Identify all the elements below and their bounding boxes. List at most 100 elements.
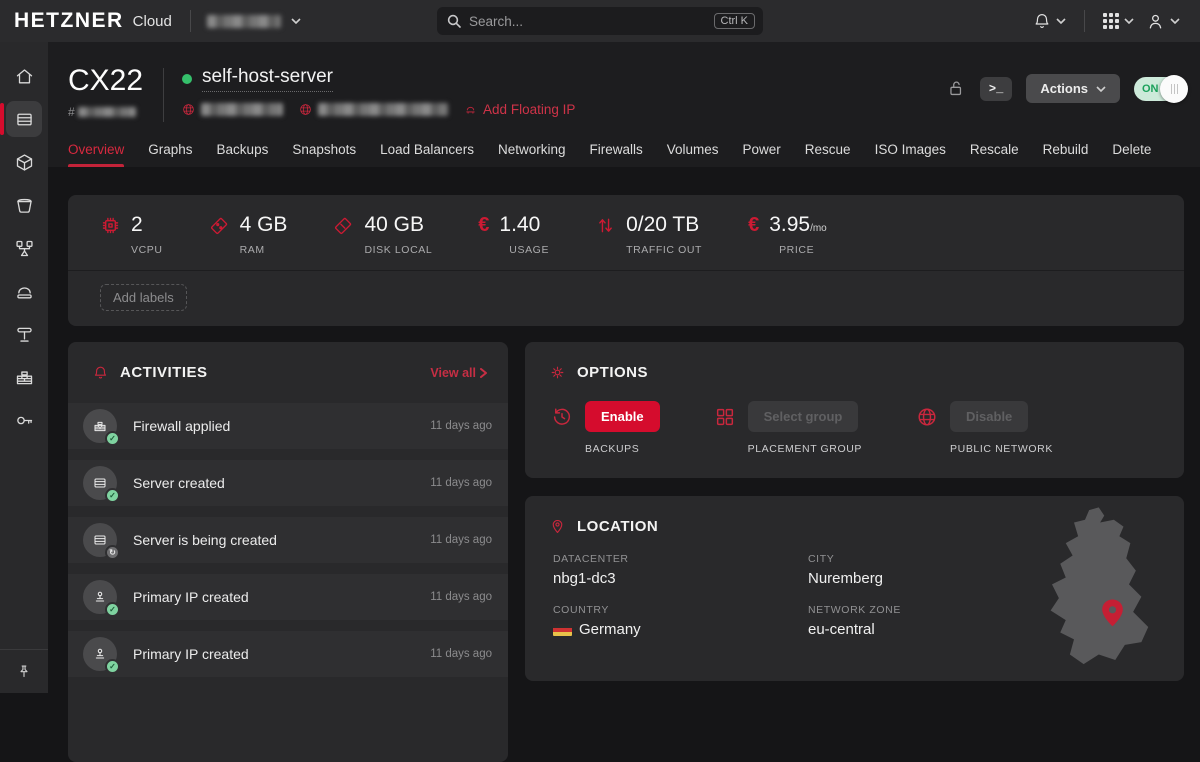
sidebar-item-networks[interactable]: [6, 316, 42, 352]
actions-button[interactable]: Actions: [1026, 74, 1120, 103]
status-dot: [182, 74, 192, 84]
option-label: BACKUPS: [585, 443, 660, 455]
tab-rescue[interactable]: Rescue: [805, 142, 851, 167]
select-group-button[interactable]: Select group: [748, 401, 859, 432]
field-country: COUNTRY Germany: [553, 604, 808, 638]
search-shortcut: Ctrl K: [714, 13, 756, 29]
floating-ip-icon: [464, 103, 477, 116]
notifications-menu[interactable]: [1033, 12, 1066, 30]
tab-power[interactable]: Power: [743, 142, 781, 167]
product-name: Cloud: [133, 13, 172, 30]
load-balancer-icon: [14, 238, 35, 259]
view-all-link[interactable]: View all: [430, 366, 488, 380]
enable-backups-button[interactable]: Enable: [585, 401, 660, 432]
hetzner-logo: HETZNER: [14, 9, 124, 33]
disable-public-network-button[interactable]: Disable: [950, 401, 1028, 432]
sidebar-pin-button[interactable]: [0, 649, 48, 693]
stat-value: 1.40: [499, 213, 540, 237]
power-state-label: ON: [1142, 83, 1159, 95]
tab-networking[interactable]: Networking: [498, 142, 566, 167]
tab-backups[interactable]: Backups: [217, 142, 269, 167]
stat-price: € 3.95/mo PRICE: [748, 213, 827, 256]
project-selector[interactable]: [207, 15, 301, 28]
server-name[interactable]: self-host-server: [202, 66, 333, 92]
field-network-zone: NETWORK ZONE eu-central: [808, 604, 1045, 638]
sidebar-item-firewalls[interactable]: [6, 359, 42, 395]
app-grid-icon: [1103, 13, 1119, 29]
option-label: PLACEMENT GROUP: [748, 443, 862, 455]
success-badge: ✓: [105, 602, 120, 617]
chevron-right-icon: [479, 368, 488, 378]
option-label: PUBLIC NETWORK: [950, 443, 1053, 455]
chevron-down-icon: [1056, 18, 1066, 24]
server-icon: [14, 109, 35, 130]
activities-title: ACTIVITIES: [120, 364, 208, 381]
activity-row[interactable]: ✓ Primary IP created 11 days ago: [68, 631, 508, 677]
activity-time: 11 days ago: [430, 477, 492, 489]
tab-overview[interactable]: Overview: [68, 142, 124, 167]
sidebar: [0, 42, 48, 693]
stat-label: VCPU: [131, 244, 163, 256]
server-name-block: self-host-server: [182, 66, 575, 117]
cpu-icon: [100, 215, 121, 236]
tab-snapshots[interactable]: Snapshots: [292, 142, 356, 167]
activity-avatar: ✓: [83, 637, 117, 671]
tab-graphs[interactable]: Graphs: [148, 142, 192, 167]
ipv6-address[interactable]: [299, 103, 448, 116]
primary-ip-icon: [92, 646, 108, 662]
ipv4-address[interactable]: [182, 103, 283, 116]
running-badge: ↻: [105, 545, 120, 560]
germany-flag-icon: [553, 624, 572, 636]
traffic-arrows-icon: [595, 215, 616, 236]
activity-row[interactable]: ↻ Server is being created 11 days ago: [68, 517, 508, 563]
field-label: DATACENTER: [553, 553, 808, 565]
activity-time: 11 days ago: [430, 420, 492, 432]
map-pin-icon: [549, 518, 566, 535]
sidebar-item-load-balancers[interactable]: [6, 230, 42, 266]
key-icon: [14, 410, 35, 431]
server-icon: [92, 475, 108, 491]
tab-volumes[interactable]: Volumes: [667, 142, 719, 167]
activity-row[interactable]: ✓ Firewall applied 11 days ago: [68, 403, 508, 449]
sidebar-item-volumes[interactable]: [6, 187, 42, 223]
tab-firewalls[interactable]: Firewalls: [589, 142, 642, 167]
apps-menu[interactable]: [1103, 13, 1134, 29]
add-labels-button[interactable]: Add labels: [100, 284, 187, 311]
user-icon: [1146, 12, 1165, 31]
search-input[interactable]: [469, 14, 714, 29]
tab-rebuild[interactable]: Rebuild: [1043, 142, 1089, 167]
options-title: OPTIONS: [577, 364, 648, 381]
tab-iso-images[interactable]: ISO Images: [875, 142, 946, 167]
activity-text: Server created: [133, 475, 225, 491]
sidebar-item-security[interactable]: [6, 402, 42, 438]
disk-icon: [333, 215, 354, 236]
options-panel: OPTIONS Enable BACKUPS: [525, 342, 1184, 478]
tab-load-balancers[interactable]: Load Balancers: [380, 142, 474, 167]
sidebar-item-floating-ips[interactable]: [6, 273, 42, 309]
activity-row[interactable]: ✓ Server created 11 days ago: [68, 460, 508, 506]
stat-ram: 4 GB RAM: [209, 213, 288, 256]
toggle-knob: [1160, 75, 1188, 103]
field-value: eu-central: [808, 621, 1045, 638]
stat-label: RAM: [240, 244, 288, 256]
price-value: 3.95: [769, 213, 810, 236]
sidebar-item-images[interactable]: [6, 144, 42, 180]
console-button[interactable]: >_: [980, 77, 1012, 101]
search-bar[interactable]: Ctrl K: [437, 7, 763, 35]
unlock-icon[interactable]: [947, 79, 966, 98]
primary-ip-icon: [92, 589, 108, 605]
search-icon: [447, 14, 461, 28]
redacted-ipv6: [318, 103, 448, 116]
power-toggle[interactable]: ON: [1134, 77, 1184, 101]
tab-delete[interactable]: Delete: [1112, 142, 1151, 167]
account-menu[interactable]: [1146, 12, 1180, 31]
activity-row[interactable]: ✓ Primary IP created 11 days ago: [68, 574, 508, 620]
activities-panel: ACTIVITIES View all ✓ Firewall ap: [68, 342, 508, 762]
tab-rescale[interactable]: Rescale: [970, 142, 1019, 167]
sidebar-item-home[interactable]: [6, 58, 42, 94]
add-floating-ip-link[interactable]: Add Floating IP: [464, 102, 575, 117]
field-label: COUNTRY: [553, 604, 808, 616]
field-datacenter: DATACENTER nbg1-dc3: [553, 553, 808, 587]
stat-value: 40 GB: [364, 213, 424, 237]
sidebar-item-servers[interactable]: [6, 101, 42, 137]
